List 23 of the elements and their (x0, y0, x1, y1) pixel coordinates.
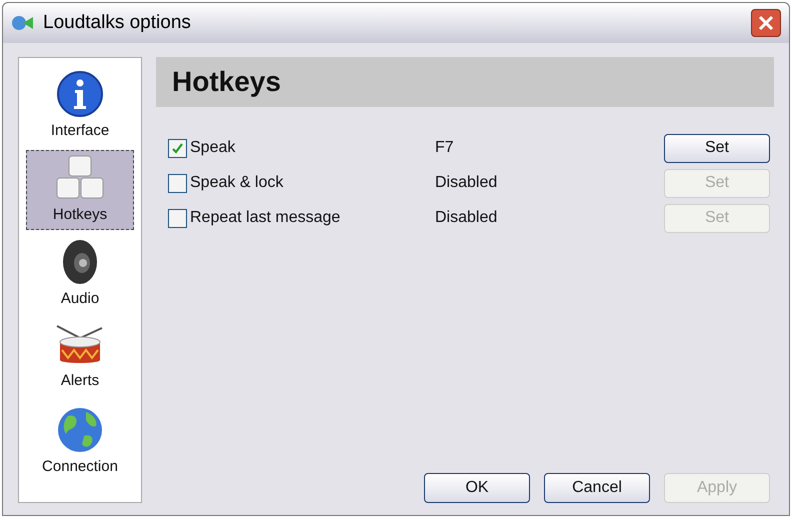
dialog-button[interactable]: Cancel (544, 473, 650, 503)
hotkey-label: Speak (190, 138, 236, 158)
sidebar-item[interactable]: Audio (26, 234, 134, 314)
page-heading: Hotkeys (172, 65, 281, 99)
hotkey-label: Repeat last message (190, 208, 342, 228)
info-icon (56, 70, 104, 118)
dialog-button[interactable]: OK (424, 473, 530, 503)
close-icon (758, 15, 774, 31)
check-icon (171, 142, 184, 154)
hotkey-label: Speak & lock (190, 173, 284, 193)
sidebar-item[interactable]: Interface (26, 66, 134, 146)
set-button[interactable]: Set (664, 134, 770, 162)
sidebar-item[interactable]: Hotkeys (26, 150, 134, 230)
window-title: Loudtalks options (43, 10, 192, 35)
hotkey-value: F7 (435, 138, 455, 158)
hotkey-value: Disabled (435, 173, 498, 193)
close-button[interactable] (751, 9, 781, 37)
hotkey-value: Disabled (435, 208, 498, 228)
sidebar-item[interactable]: Alerts (26, 318, 134, 398)
hotkey-checkbox[interactable] (168, 138, 187, 158)
sidebar-item[interactable]: Connection (26, 402, 134, 482)
app-logo-icon (11, 15, 35, 31)
globe-icon (56, 406, 104, 454)
